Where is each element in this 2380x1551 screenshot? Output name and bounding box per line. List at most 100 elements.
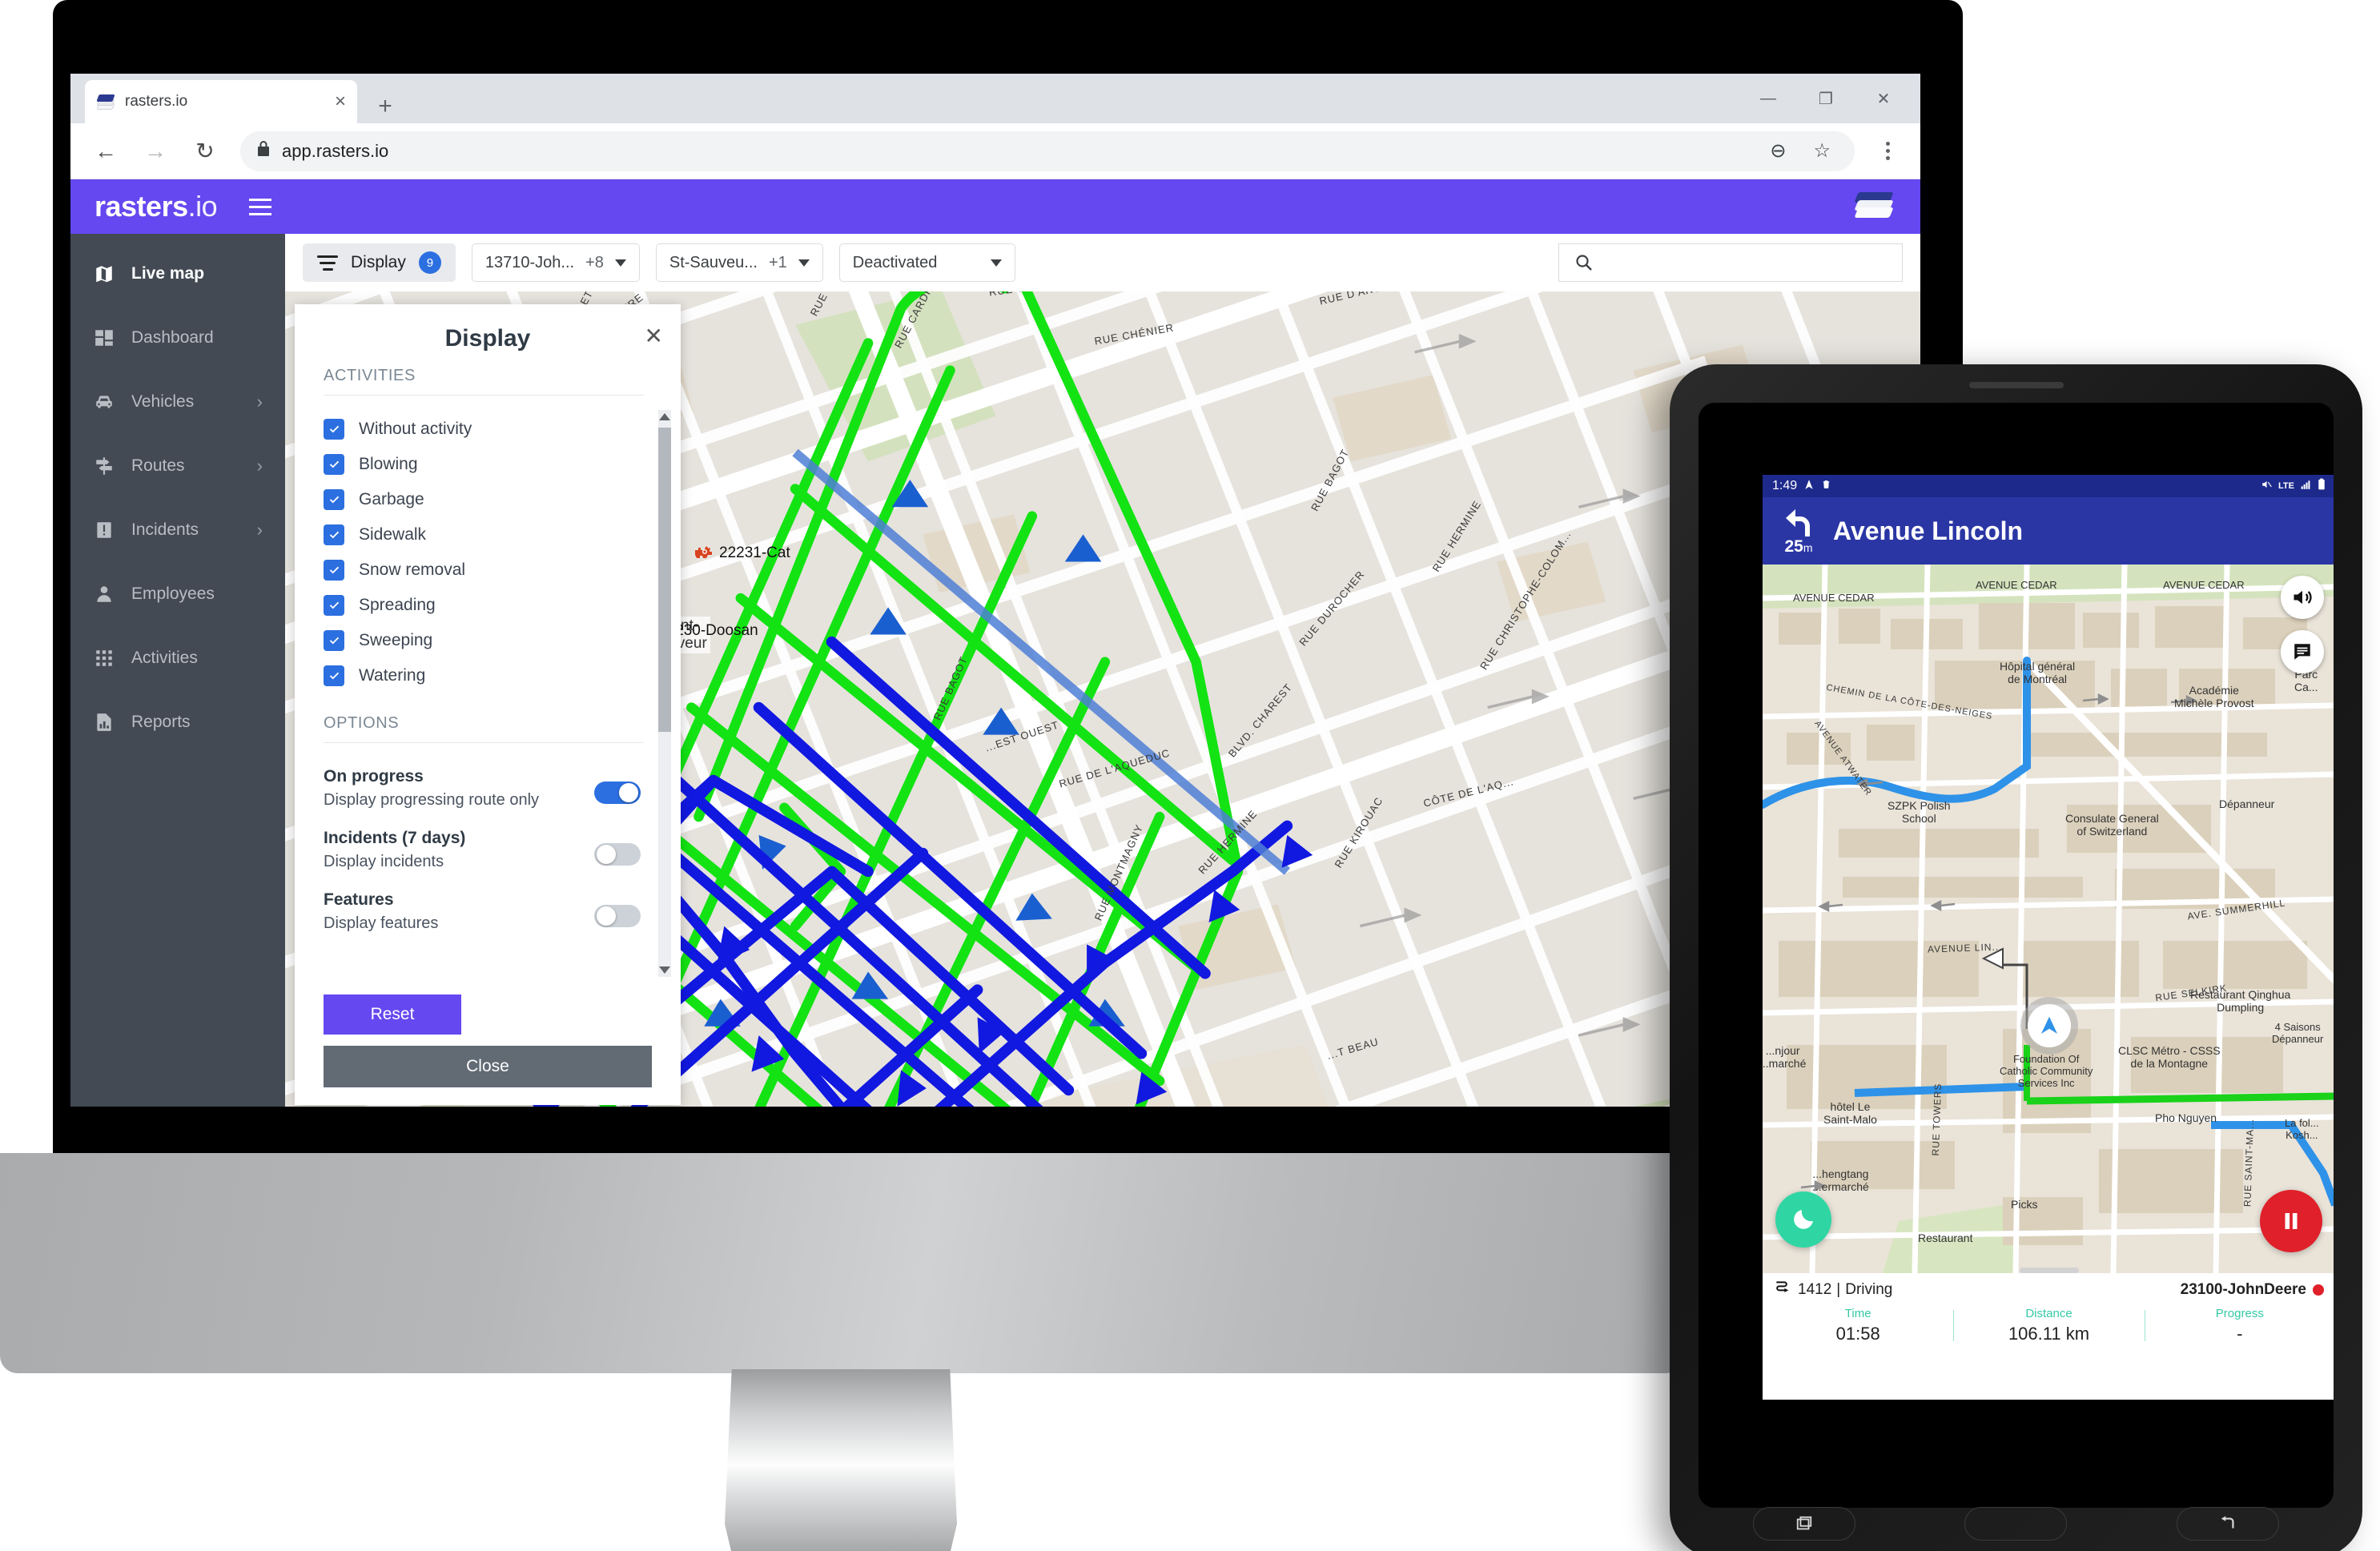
phone-trip-info: 1412 | Driving 23100-JohnDeere Time 01:5… — [1763, 1273, 2334, 1354]
poi-label: Restaurant Qinghua Dumpling — [2190, 988, 2291, 1015]
bookmark-star-icon[interactable]: ☆ — [1805, 139, 1839, 163]
map-search[interactable] — [1558, 243, 1903, 282]
route-icon — [1774, 1280, 1790, 1300]
display-panel-title: Display — [444, 325, 531, 352]
sidebar-item-label: Dashboard — [131, 328, 214, 347]
vehicle-marker-icon[interactable] — [693, 543, 714, 561]
back-button[interactable]: ← — [83, 129, 128, 174]
address-bar[interactable]: app.rasters.io ⊖ ☆ — [240, 131, 1855, 171]
tab-title: rasters.io — [125, 93, 188, 110]
forward-button[interactable]: → — [133, 129, 178, 174]
tab-close-icon[interactable]: × — [335, 92, 346, 111]
options-heading: OPTIONS — [324, 714, 644, 743]
back-icon[interactable] — [2176, 1507, 2279, 1541]
sidebar-item-reports[interactable]: Reports — [70, 690, 285, 754]
new-tab-button[interactable]: + — [368, 90, 402, 123]
activity-checkbox-sidewalk[interactable]: Sidewalk — [324, 517, 644, 552]
activity-label: Spreading — [359, 596, 436, 614]
sidebar-item-label: Vehicles — [131, 392, 195, 411]
status-filter-select[interactable]: Deactivated — [838, 243, 1015, 282]
pause-button[interactable] — [2260, 1190, 2322, 1252]
toggle-features[interactable] — [594, 905, 641, 927]
sidebar-item-vehicles[interactable]: Vehicles › — [70, 370, 285, 434]
route-id: 1412 — [1798, 1281, 1832, 1298]
display-filter-button[interactable]: Display 9 — [303, 243, 456, 282]
chevron-down-icon — [798, 259, 810, 267]
driving-state: Driving — [1845, 1281, 1893, 1298]
close-window-button[interactable]: ✕ — [1855, 78, 1912, 119]
checkbox-checked-icon — [324, 665, 344, 686]
scroll-down-icon[interactable] — [659, 966, 670, 974]
activity-label: Watering — [359, 666, 426, 685]
poi-label: Hôpital général de Montréal — [2000, 660, 2076, 686]
poi-label: La fol... Kosh... — [2285, 1117, 2319, 1141]
panel-scrollbar[interactable] — [658, 410, 671, 977]
phone-map[interactable]: AVENUE CEDAR AVENUE CEDAR AVENUE CEDAR H… — [1763, 565, 2334, 1273]
trip-stats: Time 01:58 Distance 106.11 km Progress - — [1763, 1304, 2334, 1354]
activity-checkbox-watering[interactable]: Watering — [324, 658, 644, 693]
stat-value: - — [2237, 1324, 2243, 1344]
sidebar-item-dashboard[interactable]: Dashboard — [70, 306, 285, 370]
activity-checkbox-snow-removal[interactable]: Snow removal — [324, 552, 644, 588]
poi-label: AVENUE CEDAR — [2163, 579, 2245, 591]
separator: | — [1836, 1281, 1841, 1298]
poi-label: Foundation Of Catholic Community Services … — [2000, 1053, 2093, 1089]
search-input[interactable] — [1609, 253, 1902, 272]
menu-toggle-icon[interactable] — [249, 198, 272, 215]
night-mode-button[interactable] — [1775, 1191, 1831, 1248]
layers-icon[interactable] — [1854, 192, 1894, 221]
minimize-button[interactable]: — — [1739, 78, 1797, 119]
browser-tab[interactable]: rasters.io × — [85, 80, 357, 123]
checkbox-checked-icon — [324, 524, 344, 545]
trip-summary-row: 1412 | Driving 23100-JohnDeere — [1763, 1273, 2334, 1304]
sidebar-item-incidents[interactable]: Incidents › — [70, 498, 285, 562]
option-title: Features — [324, 890, 394, 909]
option-incidents: Incidents (7 days) Display incidents — [324, 821, 644, 882]
message-button[interactable] — [2281, 630, 2324, 673]
browser-menu-icon[interactable] — [1867, 142, 1908, 160]
vehicle-filter-select[interactable]: 13710-Joh... +8 — [471, 243, 640, 282]
sidebar-item-label: Routes — [131, 456, 185, 475]
map-icon — [93, 263, 115, 285]
activity-checkbox-blowing[interactable]: Blowing — [324, 447, 644, 482]
scrollbar-thumb[interactable] — [658, 428, 671, 732]
trash-icon — [1821, 479, 1831, 494]
map-toolbar: Display 9 13710-Joh... +8 St-Sauveu... +… — [285, 234, 1920, 291]
stat-label: Time — [1844, 1307, 1871, 1320]
reset-button[interactable]: Reset — [324, 994, 461, 1035]
zoom-out-icon[interactable]: ⊖ — [1762, 139, 1794, 163]
toggle-on-progress[interactable] — [594, 782, 641, 804]
phone-screen[interactable]: 1:49 LTE 25m Avenue Lincoln AVENUE CEDAR… — [1763, 475, 2334, 1400]
activity-checkbox-spreading[interactable]: Spreading — [324, 588, 644, 623]
person-icon — [93, 583, 115, 605]
app-logo[interactable]: rasters.io — [94, 190, 218, 223]
phone-earpiece — [1968, 382, 2064, 388]
status-right-icons: LTE — [2261, 478, 2326, 494]
home-icon[interactable] — [1964, 1507, 2068, 1541]
close-panel-button[interactable]: Close — [324, 1046, 652, 1087]
display-count-badge: 9 — [418, 251, 441, 274]
sidebar-item-live-map[interactable]: Live map — [70, 242, 285, 306]
alert-icon — [93, 519, 115, 541]
toggle-incidents[interactable] — [594, 843, 641, 866]
sheet-drag-handle[interactable] — [2019, 1268, 2079, 1273]
turn-instruction: 25m — [1775, 506, 1822, 557]
sidebar-item-routes[interactable]: Routes › — [70, 434, 285, 498]
sidebar-item-label: Activities — [131, 649, 198, 667]
activity-checkbox-garbage[interactable]: Garbage — [324, 482, 644, 517]
reload-button[interactable]: ↻ — [183, 129, 227, 174]
chevron-right-icon: › — [256, 456, 263, 476]
sound-toggle-button[interactable] — [2281, 576, 2324, 619]
activity-checkbox-sweeping[interactable]: Sweeping — [324, 623, 644, 658]
recents-icon[interactable] — [1753, 1507, 1856, 1541]
display-panel-scroll-area[interactable]: ACTIVITIES Without activity Blowing Garb… — [295, 359, 681, 990]
scroll-up-icon[interactable] — [659, 413, 670, 420]
maximize-button[interactable]: ❐ — [1797, 78, 1855, 119]
activity-checkbox-without-activity[interactable]: Without activity — [324, 412, 644, 447]
sidebar-item-activities[interactable]: Activities — [70, 626, 285, 690]
sector-filter-select[interactable]: St-Sauveu... +1 — [655, 243, 823, 282]
status-filter-value: Deactivated — [852, 253, 938, 271]
sidebar-item-employees[interactable]: Employees — [70, 562, 285, 626]
phone-soft-keys — [1699, 1500, 2334, 1548]
close-icon[interactable]: ✕ — [645, 325, 663, 348]
